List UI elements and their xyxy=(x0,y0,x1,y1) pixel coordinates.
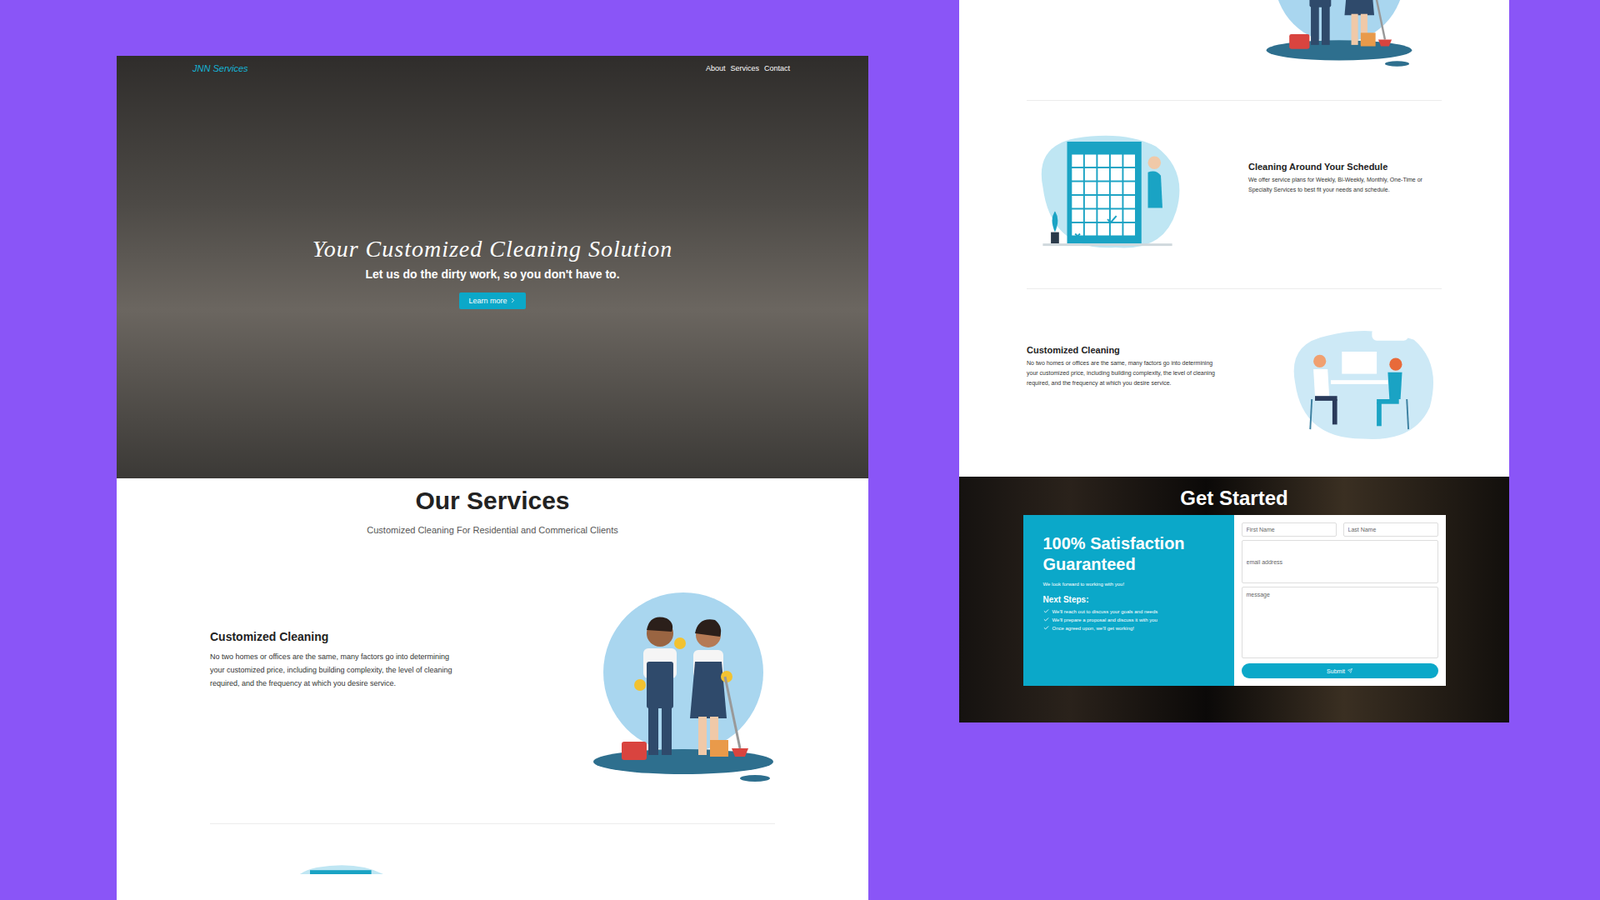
chevron-right-icon xyxy=(509,296,517,305)
service-description: We offer service plans for Weekly, Bi-We… xyxy=(1248,175,1442,195)
message-input[interactable] xyxy=(1241,586,1439,659)
service-description: No two homes or offices are the same, ma… xyxy=(1026,358,1220,389)
guarantee-panel: 100% Satisfaction Guaranteed We look forw… xyxy=(1023,515,1235,686)
service-illustration xyxy=(1026,129,1189,261)
name-row xyxy=(1241,522,1439,537)
intro-text: We look forward to working with you! xyxy=(1043,581,1221,587)
service-list: Customized Cleaning No two homes or offic… xyxy=(116,535,869,825)
calendar-illustration-icon xyxy=(1026,129,1189,261)
nav-links: About Services Contact xyxy=(705,64,790,73)
email-input[interactable] xyxy=(1241,540,1439,584)
landing-page-preview: JNN Services About Services Contact Your Cus… xyxy=(116,55,869,900)
first-name-input[interactable] xyxy=(1241,522,1337,537)
service-title: Cleaning Around Your Schedule xyxy=(1248,161,1442,172)
hero-body: Your Customized Cleaning Solution Let us … xyxy=(116,75,869,479)
hero-title: Your Customized Cleaning Solution xyxy=(312,235,674,263)
get-started-section: Get Started 100% Satisfaction Guaranteed W… xyxy=(959,476,1510,723)
service-illustration xyxy=(591,585,775,785)
check-icon xyxy=(1043,616,1050,623)
step-item: Once agreed upon, we'll get working! xyxy=(1043,625,1221,631)
get-started-title: Get Started xyxy=(1180,486,1288,510)
hero-subtitle: Let us do the dirty work, so you don't h… xyxy=(365,267,620,281)
service-text: Customized Cleaning No two homes or offic… xyxy=(210,630,460,690)
services-header: Our Services Customized Cleaning For Resi… xyxy=(116,478,869,535)
nav-link[interactable]: Contact xyxy=(764,64,790,73)
landing-page-preview: Cleaning Around Your Schedule We offer se… xyxy=(959,0,1510,723)
service-illustration xyxy=(1283,316,1442,450)
cleaners-illustration-icon xyxy=(591,585,775,785)
check-icon xyxy=(1043,608,1050,615)
navbar: JNN Services About Services Contact xyxy=(116,55,869,76)
service-title: Customized Cleaning xyxy=(210,630,460,644)
showcase: JNN Services About Services Contact Your Cus… xyxy=(0,0,1600,900)
services-title: Our Services xyxy=(116,486,869,515)
service-title: Customized Cleaning xyxy=(1026,345,1220,355)
service-text: Cleaning Around Your Schedule We offer se… xyxy=(1248,161,1442,195)
step-item: We'll prepare a proposal and discuss it … xyxy=(1043,616,1221,623)
divider xyxy=(1026,100,1442,101)
steps-title: Next Steps: xyxy=(1043,595,1221,605)
previous-service-peek xyxy=(959,0,1510,70)
last-name-input[interactable] xyxy=(1343,522,1439,537)
submit-button[interactable]: Submit xyxy=(1241,663,1439,679)
guarantee-title: 100% Satisfaction Guaranteed xyxy=(1043,533,1221,575)
divider xyxy=(1026,288,1442,290)
service-list: Cleaning Around Your Schedule We offer se… xyxy=(959,69,1510,477)
nav-link[interactable]: Services xyxy=(730,64,760,73)
next-service-peek xyxy=(116,824,869,875)
step-item: We'll reach out to discuss your goals an… xyxy=(1043,608,1221,615)
meeting-illustration-icon xyxy=(1283,316,1442,450)
service-description: No two homes or offices are the same, ma… xyxy=(210,650,460,690)
check-icon xyxy=(1043,625,1050,631)
divider xyxy=(210,823,775,825)
contact-form: Submit xyxy=(1234,515,1446,686)
learn-more-button[interactable]: Learn more xyxy=(459,292,525,310)
service-row: Cleaning Around Your Schedule We offer se… xyxy=(1026,100,1442,289)
calendar-illustration-icon xyxy=(276,860,410,875)
services-subtitle: Customized Cleaning For Residential and … xyxy=(116,525,869,535)
hero: JNN Services About Services Contact Your Cus… xyxy=(116,55,869,479)
service-row: Customized Cleaning No two homes or offic… xyxy=(210,576,775,794)
cleaners-illustration-icon xyxy=(1265,0,1414,70)
service-text: Customized Cleaning No two homes or offic… xyxy=(1026,345,1220,389)
contact-card: 100% Satisfaction Guaranteed We look forw… xyxy=(1023,515,1446,686)
nav-link[interactable]: About xyxy=(705,64,726,73)
send-icon xyxy=(1347,668,1353,674)
logo[interactable]: JNN Services xyxy=(192,63,249,74)
service-row: Customized Cleaning No two homes or offic… xyxy=(1026,289,1442,477)
